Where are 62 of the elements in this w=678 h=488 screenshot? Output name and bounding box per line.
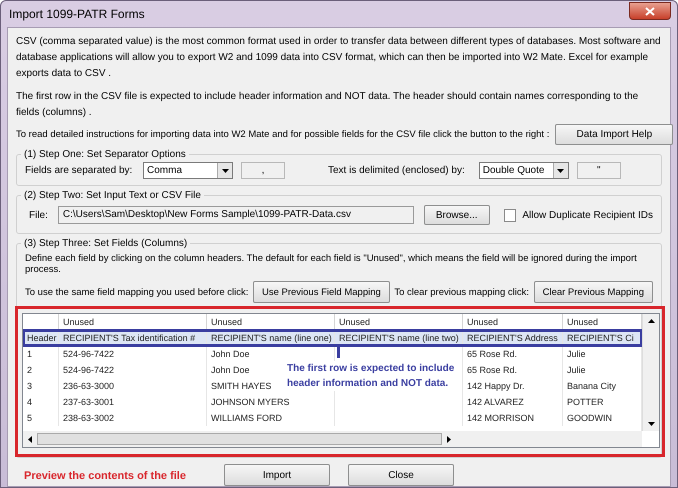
- table-cell: 142 ALVAREZ: [463, 394, 563, 410]
- scroll-right-icon[interactable]: [447, 436, 451, 442]
- clear-previous-text: To clear previous mapping click:: [394, 286, 530, 298]
- dialog-button[interactable]: Import: [224, 464, 330, 486]
- help-instructions-text: To read detailed instructions for importing data into W2 Mate and for possible fields for the CSV file click the button to the right :: [16, 129, 550, 140]
- clear-previous-mapping-button[interactable]: Clear Previous Mapping: [534, 281, 653, 303]
- table-cell: RECIPIENT'S Address: [463, 330, 563, 346]
- dropdown-arrow-icon: [222, 168, 228, 172]
- use-previous-text: To use the same field mapping you used before click:: [25, 286, 248, 298]
- group-legend: (2) Step Two: Set Input Text or CSV File: [21, 190, 204, 201]
- table-cell: 524-96-7422: [59, 362, 207, 378]
- close-icon[interactable]: [629, 2, 671, 20]
- description-text: The first row in the CSV file is expected to include header information and NOT data. The header should contain names corresponding to the fields (columns) .: [16, 90, 640, 120]
- instructions-text: Define each field by clicking on the column headers. The default for each field is "Unused", which means the field will be ignored during the import process.: [25, 253, 638, 275]
- table-cell: RECIPIENT'S name (line one): [207, 330, 335, 346]
- table-cell: 237-63-3001: [59, 394, 207, 410]
- table-cell: JOHNSON MYERS: [207, 394, 335, 410]
- dialog-button[interactable]: Close: [348, 464, 454, 486]
- scroll-up-icon[interactable]: [648, 319, 654, 323]
- scroll-left-icon[interactable]: [28, 436, 32, 442]
- table-cell: 238-63-3002: [59, 410, 207, 426]
- field-label: Text is delimited (enclosed) by:: [328, 165, 465, 176]
- group-legend: (3) Step Three: Set Fields (Columns): [21, 238, 190, 249]
- row-label: Header: [23, 330, 59, 346]
- table-cell: RECIPIENT'S Tax identification #: [59, 330, 207, 346]
- vertical-scrollbar[interactable]: [642, 314, 659, 431]
- window-title: Import 1099-PATR Forms: [8, 7, 145, 21]
- table-cell: 142 Happy Dr.: [463, 378, 563, 394]
- row-label: 3: [23, 378, 59, 394]
- field-label: Fields are separated by:: [25, 165, 134, 176]
- horizontal-scrollbar[interactable]: [23, 431, 642, 447]
- browse-button[interactable]: Browse...: [424, 205, 490, 225]
- use-previous-mapping-button[interactable]: Use Previous Field Mapping: [252, 281, 390, 303]
- table-cell: WILLIAMS FORD: [207, 410, 335, 426]
- row-label: 2: [23, 362, 59, 378]
- separator-char-field: ,: [241, 162, 285, 179]
- file-label: File:: [29, 210, 48, 220]
- column-header[interactable]: Unused: [59, 314, 207, 330]
- table-cell: 236-63-3000: [59, 378, 207, 394]
- checkbox-label: Allow Duplicate Recipient IDs: [522, 210, 653, 220]
- dropdown-arrow-icon: [557, 168, 564, 172]
- table-cell: 65 Rose Rd.: [463, 346, 563, 362]
- column-header[interactable]: Unused: [335, 314, 463, 330]
- table-cell: 524-96-7422: [59, 346, 207, 362]
- row-label: 4: [23, 394, 59, 410]
- description-text: CSV (comma separated value) is the most common format used in order to transfer data between different types of databases. Most software and database applications will allow you to export W2 and 1099 data into CSV format, which can then be imported into W2 Mate. Excel for example exports data to CSV .: [16, 35, 662, 81]
- separator-dropdown[interactable]: Comma: [143, 162, 233, 179]
- group-legend: (1) Step One: Set Separator Options: [21, 149, 189, 160]
- data-import-help-button[interactable]: Data Import Help: [555, 124, 674, 145]
- column-header[interactable]: Unused: [463, 314, 563, 330]
- checkbox[interactable]: [504, 208, 516, 222]
- scroll-down-icon[interactable]: [648, 422, 654, 426]
- delimiter-char-field: ": [576, 162, 621, 179]
- row-label: 1: [23, 346, 59, 362]
- column-header[interactable]: Unused: [207, 314, 335, 330]
- delimiter-dropdown[interactable]: Double Quote: [478, 162, 569, 179]
- row-label: 5: [23, 410, 59, 426]
- column-header[interactable]: Unused: [563, 314, 642, 330]
- table-cell: 142 MORRISON: [463, 410, 563, 426]
- preview-note: Preview the contents of the file: [24, 470, 186, 482]
- table-cell: 65 Rose Rd.: [463, 362, 563, 378]
- file-path-field[interactable]: C:\Users\Sam\Desktop\New Forms Sample\1099-PATR-Data.csv: [58, 206, 414, 224]
